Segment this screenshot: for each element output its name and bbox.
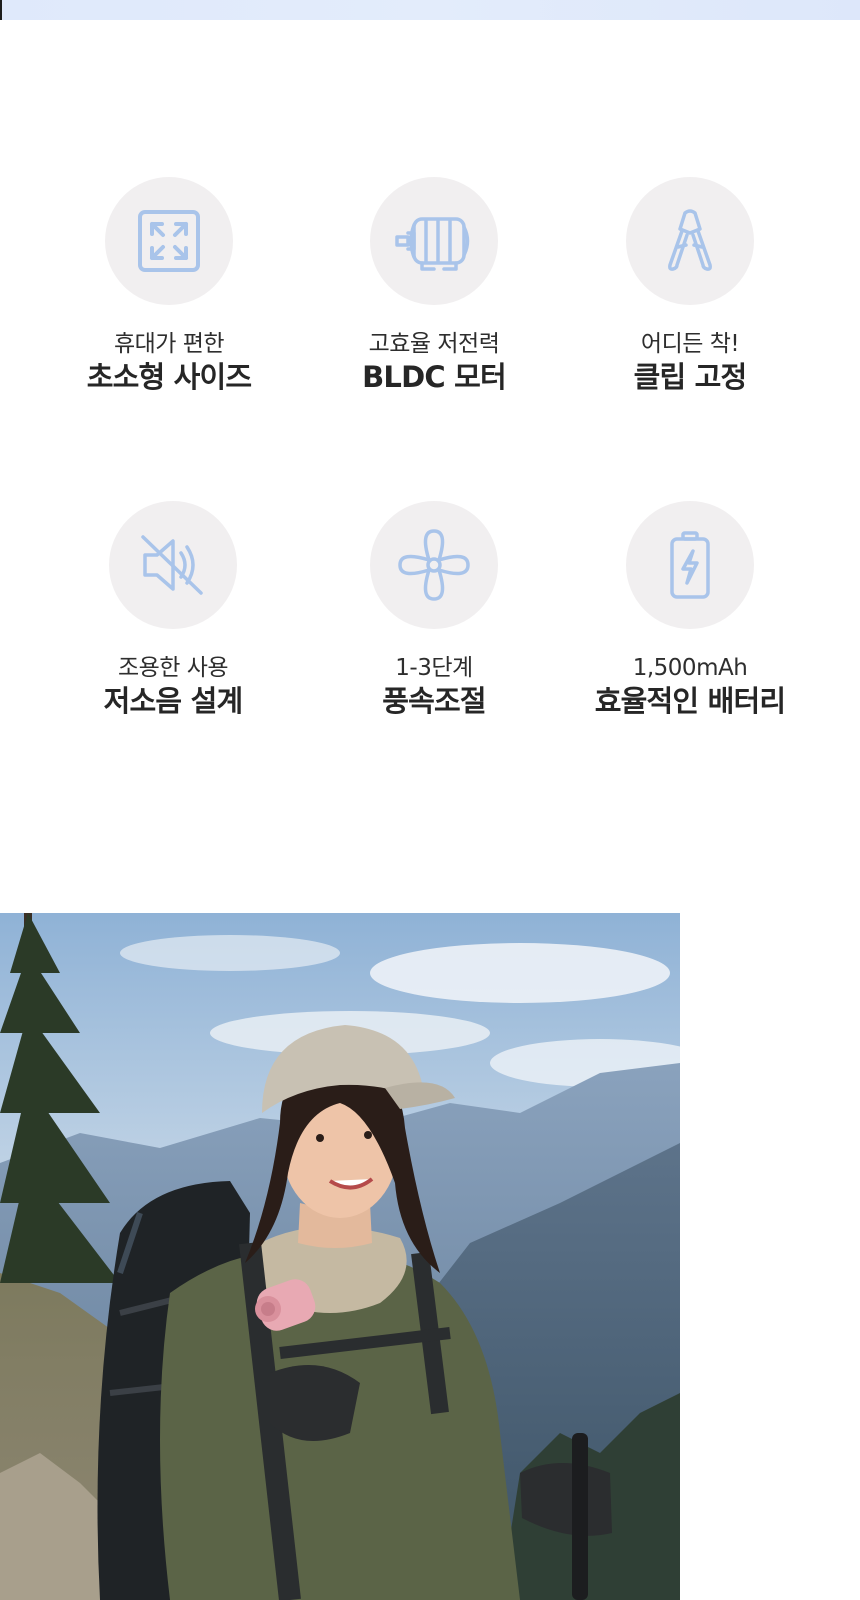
feature-subtitle: 1-3단계 [395,655,473,681]
feature-title: 저소음 설계 [103,684,244,718]
feature-bldc-motor: 고효율 저전력 BLDC 모터 [304,177,564,395]
feature-low-noise: 조용한 사용 저소음 설계 [43,501,303,719]
feature-icon-circle [109,501,237,629]
feature-subtitle: 1,500mAh [632,655,748,681]
hiker-with-neck-fan-photo [0,913,680,1600]
expand-arrows-icon [138,210,200,272]
top-banner-strip [0,0,860,20]
fan-icon [398,529,470,601]
feature-icon-circle [626,501,754,629]
motor-icon [395,217,470,271]
feature-subtitle: 고효율 저전력 [368,331,500,357]
feature-icon-circle [626,177,754,305]
photo-cloud [370,943,670,1003]
feature-clip-mount: 어디든 착! 클립 고정 [560,177,820,395]
feature-compact-size: 휴대가 편한 초소형 사이즈 [39,177,299,395]
photo-glove-left [270,1365,360,1441]
feature-title: 효율적인 배터리 [594,684,786,718]
feature-battery: 1,500mAh 효율적인 배터리 [560,501,820,719]
feature-subtitle: 휴대가 편한 [113,331,225,357]
battery-charging-icon [670,531,710,599]
banner-edge [0,0,2,20]
feature-icon-circle [370,177,498,305]
feature-icon-circle [370,501,498,629]
feature-title: 초소형 사이즈 [86,360,252,394]
feature-title: 클립 고정 [633,360,748,394]
clip-icon [668,209,712,271]
feature-title: 풍속조절 [382,684,486,718]
photo-cloud [120,935,340,971]
feature-icon-circle [105,177,233,305]
feature-wind-speed: 1-3단계 풍속조절 [304,501,564,719]
photo-trekking-pole [572,1433,588,1600]
feature-subtitle: 조용한 사용 [117,655,229,681]
mute-speaker-icon [141,535,203,595]
feature-subtitle: 어디든 착! [640,331,740,357]
feature-title: BLDC 모터 [362,360,507,394]
